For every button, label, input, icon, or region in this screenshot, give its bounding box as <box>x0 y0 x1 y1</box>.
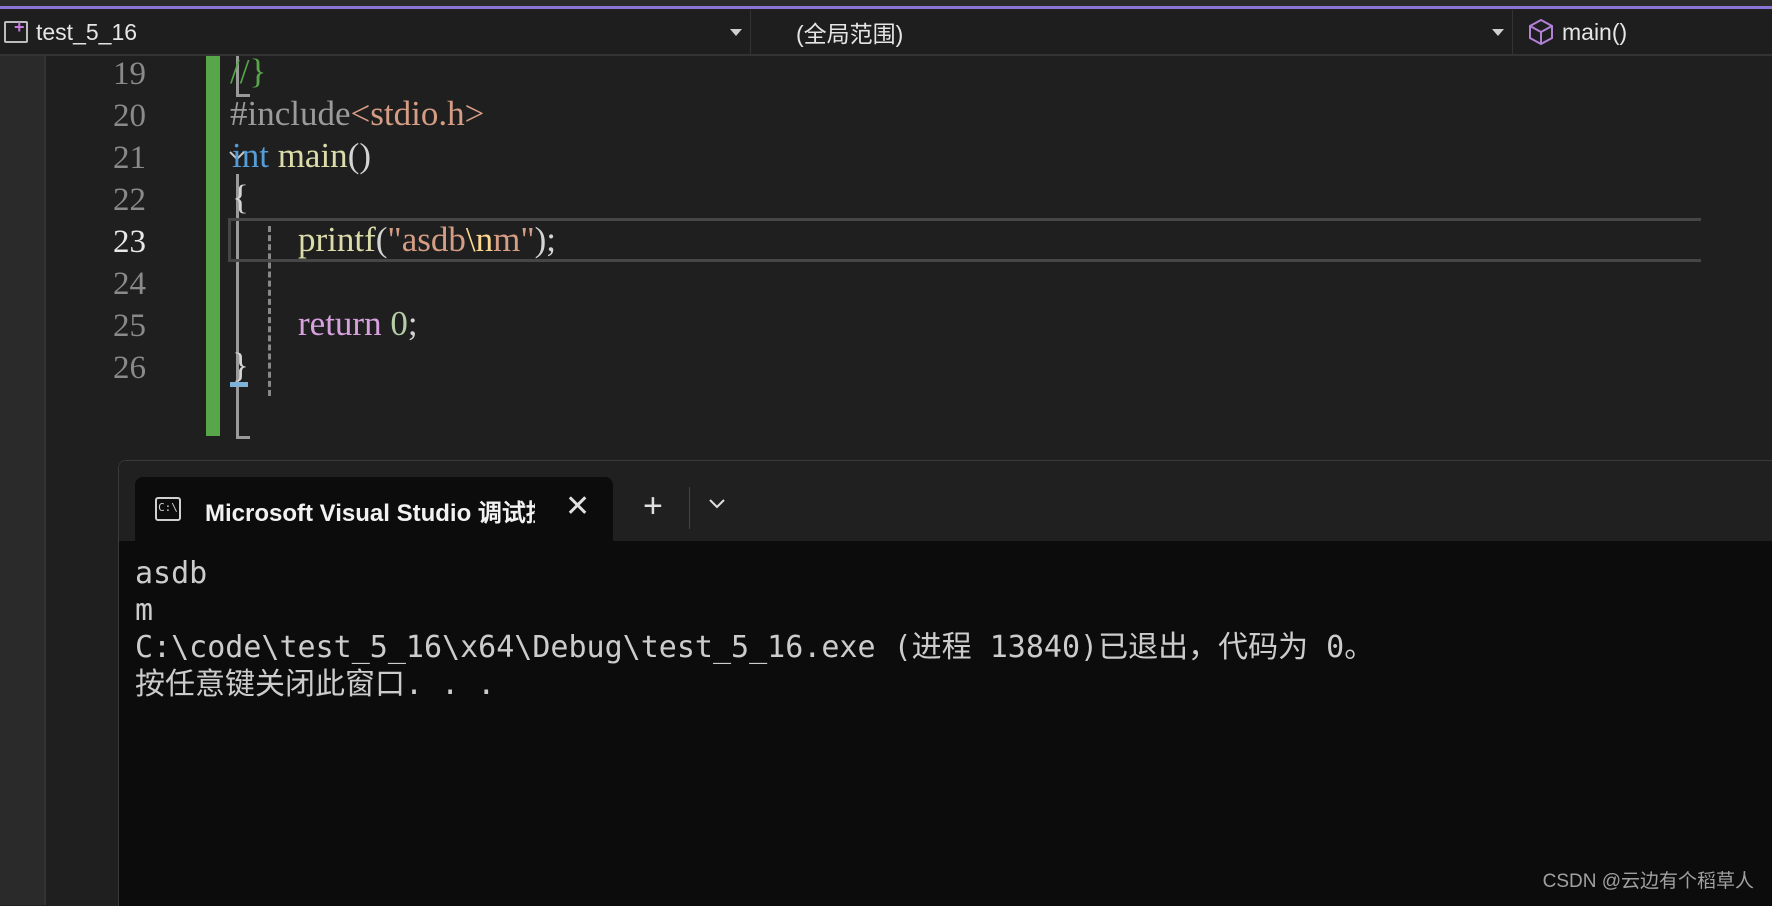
line-number: 20 <box>113 98 146 134</box>
escape-token: \n <box>465 220 494 259</box>
line-number: 26 <box>113 350 146 386</box>
line-number: 21 <box>113 140 146 176</box>
output-line: asdb <box>135 556 208 591</box>
line-number: 19 <box>113 56 146 92</box>
paren-token: () <box>347 136 371 175</box>
function-token: printf <box>298 220 376 259</box>
paren-token: ( <box>375 220 388 259</box>
console-icon: C:\ <box>155 497 181 521</box>
title-accent-bar <box>0 0 1772 9</box>
member-label: main() <box>1562 18 1628 45</box>
paren-token: ); <box>534 220 557 259</box>
line-number: 24 <box>113 266 146 302</box>
scope-label: (全局范围) <box>796 21 904 47</box>
outline-guide <box>236 436 250 439</box>
chevron-down-icon <box>730 29 742 36</box>
console-tab-strip: C:\ Microsoft Visual Studio 调试控制台 ✕ + <box>119 461 1772 541</box>
close-icon[interactable]: ✕ <box>565 492 590 522</box>
keyword-token: int <box>232 136 269 175</box>
console-tab[interactable]: C:\ Microsoft Visual Studio 调试控制台 ✕ <box>135 477 613 541</box>
output-line: 按任意键关闭此窗口. . . <box>135 667 496 702</box>
output-line: C:\code\test_5_16\x64\Debug\test_5_16.ex… <box>135 630 1375 665</box>
project-icon <box>4 17 28 43</box>
debug-console-window[interactable]: C:\ Microsoft Visual Studio 调试控制台 ✕ + as… <box>118 460 1772 906</box>
console-tab-title: Microsoft Visual Studio 调试控制台 <box>205 500 535 525</box>
chevron-down-icon <box>1492 29 1504 36</box>
plus-icon[interactable]: + <box>643 489 663 523</box>
cube-icon <box>1529 18 1553 46</box>
code-line-21: int main() <box>232 136 371 176</box>
keyword-token: return <box>298 304 382 343</box>
code-line-19: //} <box>230 52 266 92</box>
semicolon-token: ; <box>407 304 418 343</box>
member-dropdown[interactable]: main() <box>1514 10 1772 54</box>
scope-dropdown[interactable]: (全局范围) <box>752 10 1513 54</box>
directive-token: #include <box>230 94 351 133</box>
function-token: main <box>277 136 348 175</box>
watermark: CSDN @云边有个稻草人 <box>1542 871 1754 892</box>
code-line-26: } <box>232 346 249 386</box>
line-number-current: 23 <box>113 224 146 260</box>
chevron-down-icon[interactable] <box>707 493 727 513</box>
project-dropdown[interactable]: test_5_16 <box>0 10 751 54</box>
output-line: m <box>135 593 154 628</box>
code-line-20: #include<stdio.h> <box>230 94 484 134</box>
project-name: test_5_16 <box>36 18 138 45</box>
line-number: 25 <box>113 308 146 344</box>
header-token: <stdio.h> <box>350 94 485 133</box>
console-output: asdb m C:\code\test_5_16\x64\Debug\test_5_… <box>135 555 1374 703</box>
code-line-25: return 0; <box>298 304 418 344</box>
comment-token: //} <box>230 52 267 91</box>
string-token: m" <box>493 220 535 259</box>
line-number: 22 <box>113 182 146 218</box>
code-line-22: { <box>232 178 249 218</box>
change-tracking-margin <box>206 56 220 436</box>
navigation-bar: test_5_16 (全局范围) main() <box>0 10 1772 56</box>
left-margin <box>0 56 46 905</box>
brace-token: { <box>232 178 249 217</box>
brace-token: } <box>232 346 249 385</box>
accent-line <box>0 6 1772 9</box>
code-line-23: printf("asdb\nm"); <box>298 220 556 260</box>
number-token: 0 <box>390 304 408 343</box>
code-editor[interactable]: 19 20 21 22 23 24 25 26 //} #include<std… <box>46 52 1772 456</box>
string-token: "asdb <box>387 220 466 259</box>
text-cursor <box>230 382 248 387</box>
tab-divider <box>689 487 690 529</box>
